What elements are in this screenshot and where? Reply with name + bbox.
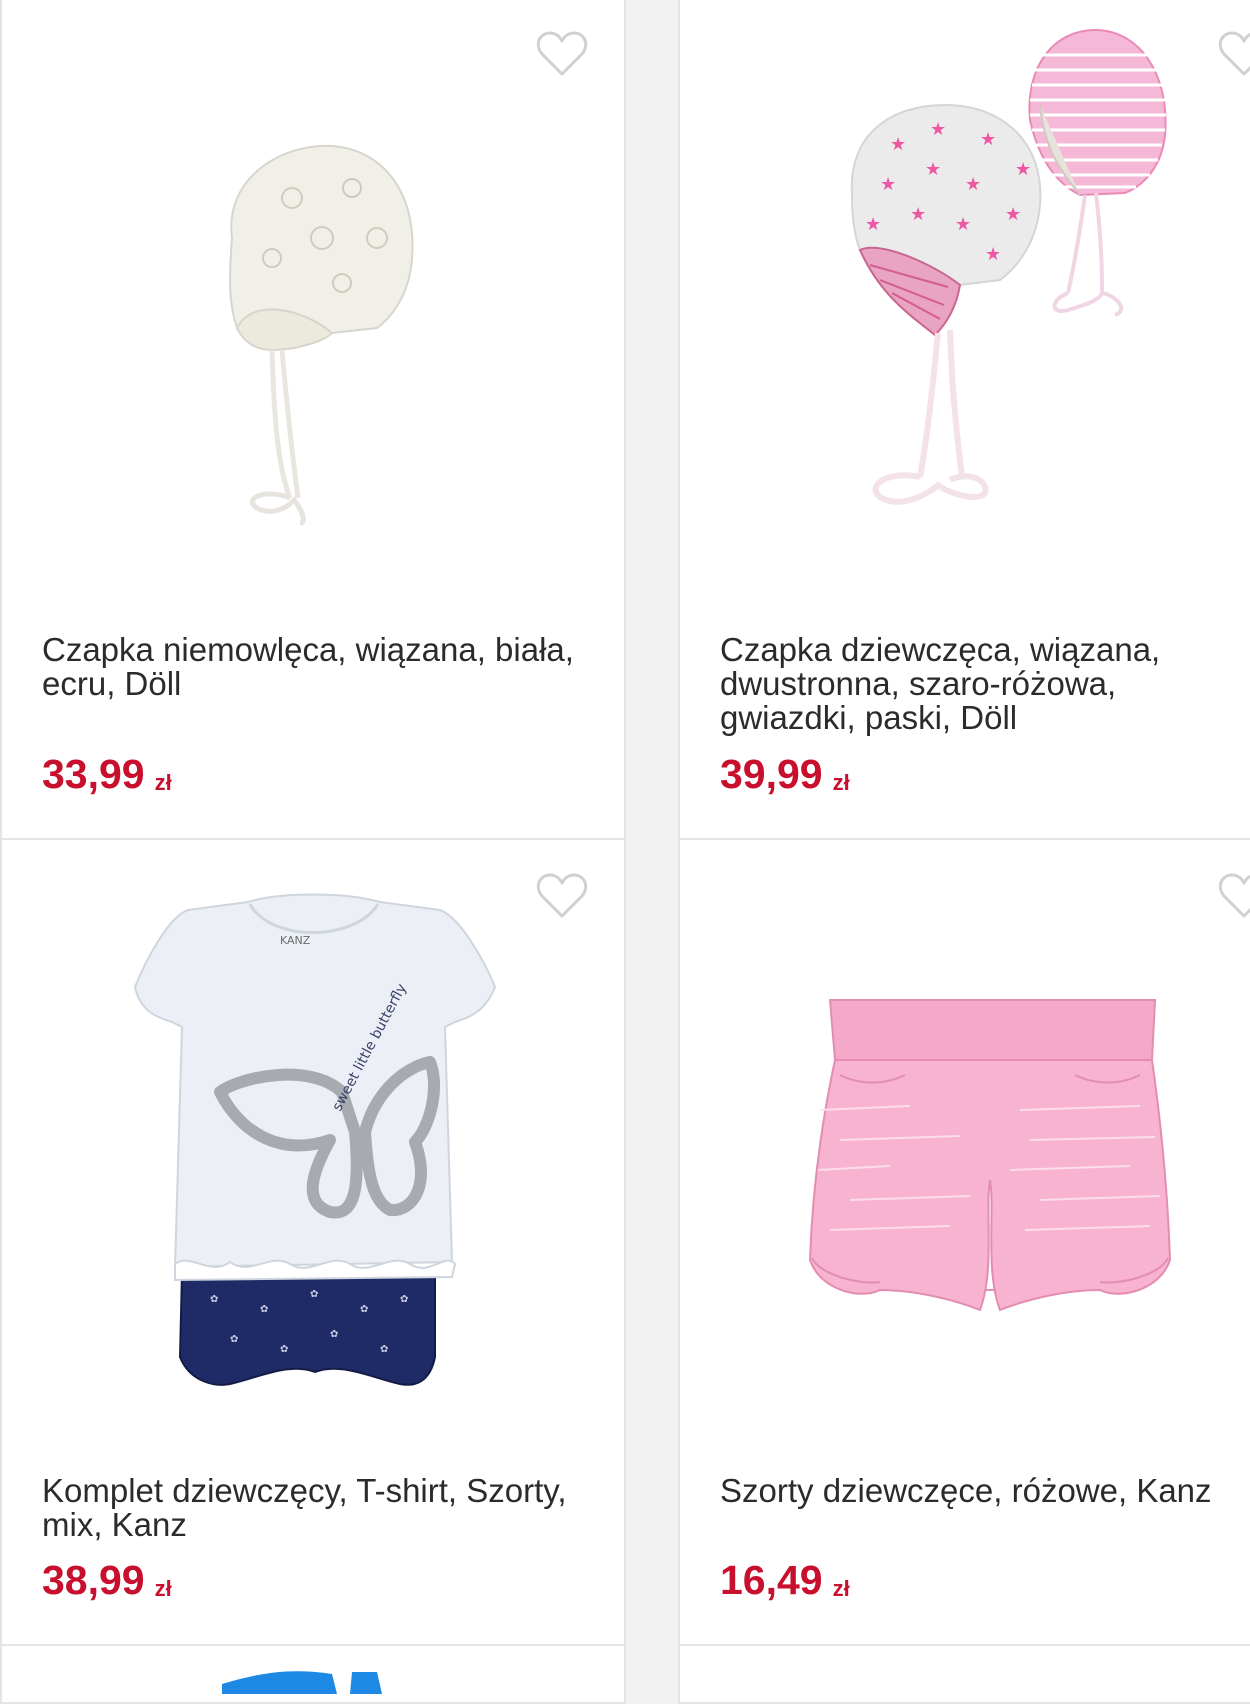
svg-text:✿: ✿ [400, 1294, 408, 1305]
product-image[interactable]: ✿ ✿ ✿ ✿ ✿ ✿ ✿ ✿ ✿ KANZ sweet little butterfly [130, 892, 500, 1432]
svg-text:★: ★ [880, 174, 896, 195]
svg-text:★: ★ [925, 159, 941, 180]
tshirt-label: KANZ [280, 934, 311, 947]
svg-text:★: ★ [910, 204, 926, 225]
svg-text:✿: ✿ [230, 1334, 238, 1345]
heart-outline-icon[interactable] [536, 872, 588, 920]
price-currency: zł [154, 770, 172, 795]
product-card[interactable]: Czapka niemowlęca, wiązana, biała, ecru,… [0, 0, 626, 840]
product-price: 33,99 zł [42, 752, 172, 805]
product-title[interactable]: Czapka niemowlęca, wiązana, biała, ecru,… [42, 633, 582, 701]
svg-text:✿: ✿ [260, 1304, 268, 1315]
svg-text:✿: ✿ [380, 1344, 388, 1355]
product-price: 16,49 zł [720, 1558, 850, 1611]
svg-text:★: ★ [1015, 159, 1031, 180]
product-card-partial[interactable] [678, 1644, 1250, 1704]
svg-text:✿: ✿ [360, 1304, 368, 1315]
price-value: 33,99 [42, 751, 145, 797]
product-card[interactable]: Szorty dziewczęce, różowe, Kanz 16,49 zł [678, 838, 1250, 1646]
price-value: 39,99 [720, 751, 823, 797]
svg-text:★: ★ [955, 214, 971, 235]
svg-text:★: ★ [930, 119, 946, 140]
product-price: 39,99 zł [720, 752, 850, 805]
svg-text:★: ★ [865, 214, 881, 235]
heart-outline-icon[interactable] [1218, 872, 1250, 920]
price-currency: zł [832, 770, 850, 795]
svg-text:✿: ✿ [280, 1344, 288, 1355]
product-image[interactable] [212, 138, 422, 528]
product-title[interactable]: Komplet dziewczęcy, T-shirt, Szorty, mix… [42, 1474, 582, 1542]
product-image[interactable] [800, 990, 1180, 1330]
svg-text:★: ★ [980, 129, 996, 150]
heart-outline-icon[interactable] [1218, 30, 1250, 78]
price-value: 38,99 [42, 1557, 145, 1603]
svg-text:★: ★ [985, 244, 1001, 265]
svg-text:★: ★ [965, 174, 981, 195]
price-currency: zł [832, 1576, 850, 1601]
svg-text:✿: ✿ [210, 1294, 218, 1305]
product-card[interactable]: ✿ ✿ ✿ ✿ ✿ ✿ ✿ ✿ ✿ KANZ sweet little butterfly K… [0, 838, 626, 1646]
svg-text:✿: ✿ [330, 1329, 338, 1340]
product-card[interactable]: ★ ★ ★ ★ ★ ★ ★ ★ ★ ★ ★ ★ Czapka dziewczęca, wiązan… [678, 0, 1250, 840]
svg-text:★: ★ [890, 134, 906, 155]
product-price: 38,99 zł [42, 1558, 172, 1611]
heart-outline-icon[interactable] [536, 30, 588, 78]
price-currency: zł [154, 1576, 172, 1601]
product-image[interactable]: ★ ★ ★ ★ ★ ★ ★ ★ ★ ★ ★ ★ [840, 25, 1170, 545]
price-value: 16,49 [720, 1557, 823, 1603]
product-title[interactable]: Szorty dziewczęce, różowe, Kanz [720, 1474, 1250, 1508]
product-image-partial [202, 1664, 402, 1694]
product-title[interactable]: Czapka dziewczęca, wiązana, dwustronna, … [720, 633, 1200, 735]
svg-text:✿: ✿ [310, 1289, 318, 1300]
svg-text:★: ★ [1005, 204, 1021, 225]
product-card-partial[interactable] [0, 1644, 626, 1704]
